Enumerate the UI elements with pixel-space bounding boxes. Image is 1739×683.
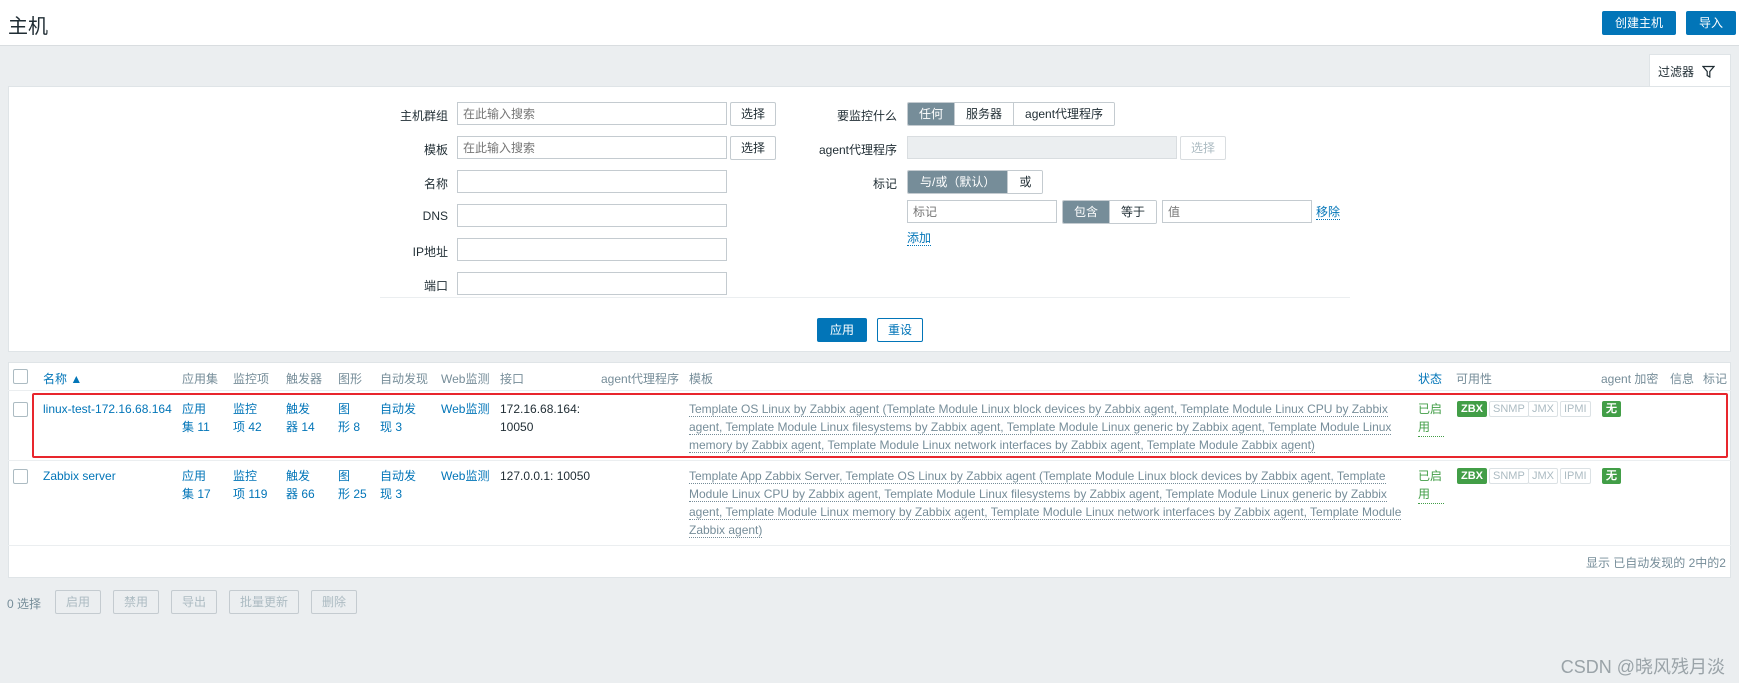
- disable-button[interactable]: 禁用: [113, 590, 160, 614]
- tag-value-input[interactable]: [1162, 200, 1312, 223]
- col-tags: 标记: [1703, 372, 1728, 386]
- host-group-select-button[interactable]: 选择: [730, 102, 777, 126]
- tag-name-input[interactable]: [907, 200, 1057, 223]
- highlight-box: [32, 393, 1728, 458]
- web-link[interactable]: Web监测: [441, 467, 489, 485]
- name-input[interactable]: [457, 170, 727, 193]
- filter-reset-button[interactable]: 重设: [877, 318, 924, 342]
- tag-remove-link[interactable]: 移除: [1316, 205, 1341, 220]
- import-button[interactable]: 导入: [1686, 11, 1737, 35]
- encryption-badge: 无: [1602, 468, 1621, 484]
- col-triggers: 触发器: [286, 372, 323, 386]
- filter-divider: [380, 297, 1350, 298]
- page-title: 主机: [8, 16, 48, 38]
- applications-link[interactable]: 应用集 17: [182, 467, 211, 503]
- graphs-link[interactable]: 图形 25: [338, 467, 367, 503]
- col-availability: 可用性: [1456, 372, 1493, 386]
- col-graphs: 图形: [338, 372, 363, 386]
- selected-count: 0 选择: [7, 597, 42, 611]
- col-items: 监控项: [233, 372, 270, 386]
- host-group-label: 主机群组: [399, 109, 448, 123]
- name-label: 名称: [423, 177, 448, 191]
- interface-value: 127.0.0.1: 10050: [500, 469, 591, 483]
- dns-label: DNS: [422, 209, 448, 223]
- tag-add-link[interactable]: 添加: [907, 231, 932, 246]
- host-group-input[interactable]: [457, 102, 727, 125]
- tags-logic-and-or[interactable]: 与/或（默认）: [908, 171, 1008, 193]
- proxy-label: agent代理程序: [818, 143, 897, 157]
- jmx-badge: JMX: [1528, 468, 1558, 484]
- table-footer-info: 显示 已自动发现的 2中的2: [1585, 556, 1726, 570]
- col-discovery: 自动发现: [380, 372, 429, 386]
- create-host-button[interactable]: 创建主机: [1602, 11, 1677, 35]
- select-all-checkbox[interactable]: [13, 369, 28, 384]
- filter-tab[interactable]: 过滤器: [1649, 54, 1731, 87]
- row-separator: [8, 460, 1731, 461]
- filter-icon: [1702, 65, 1716, 78]
- delete-button[interactable]: 删除: [311, 590, 358, 614]
- monitored-by-segmented: 任何 服务器 agent代理程序: [907, 102, 1116, 126]
- col-info: 信息: [1670, 372, 1695, 386]
- enable-button[interactable]: 启用: [55, 590, 102, 614]
- tags-logic-segmented: 与/或（默认） 或: [907, 170, 1044, 194]
- monitored-by-server[interactable]: 服务器: [954, 103, 1014, 125]
- ipmi-badge: IPMI: [1560, 468, 1591, 484]
- filter-panel: [8, 86, 1731, 352]
- col-templates: 模板: [689, 372, 714, 386]
- port-label: 端口: [423, 279, 448, 293]
- tags-logic-or[interactable]: 或: [1007, 171, 1043, 193]
- col-encryption: agent 加密: [1601, 372, 1659, 386]
- filter-apply-button[interactable]: 应用: [817, 318, 868, 342]
- proxy-select-button: 选择: [1180, 136, 1227, 160]
- filter-tab-label: 过滤器: [1658, 64, 1695, 79]
- template-label: 模板: [423, 143, 448, 157]
- col-name[interactable]: 名称 ▲: [43, 370, 82, 387]
- row-checkbox[interactable]: [13, 402, 28, 417]
- monitored-by-any[interactable]: 任何: [908, 103, 955, 125]
- port-input[interactable]: [457, 272, 727, 295]
- col-status[interactable]: 状态: [1418, 370, 1442, 387]
- dns-input[interactable]: [457, 204, 727, 227]
- templates-list[interactable]: Template App Zabbix Server, Template OS …: [689, 467, 1409, 539]
- triggers-link[interactable]: 触发器 66: [286, 467, 315, 503]
- page-header: 主机 创建主机 导入: [0, 0, 1739, 46]
- col-applications: 应用集: [182, 372, 219, 386]
- watermark: CSDN @晓风残月淡: [1560, 657, 1725, 677]
- tags-label: 标记: [872, 177, 897, 191]
- discovery-link[interactable]: 自动发现 3: [380, 467, 416, 503]
- items-link[interactable]: 监控项 119: [233, 467, 267, 503]
- header-separator: [8, 390, 1731, 391]
- monitored-by-label: 要监控什么: [836, 109, 897, 123]
- monitored-by-proxy[interactable]: agent代理程序: [1013, 103, 1115, 125]
- ip-input[interactable]: [457, 238, 727, 261]
- mass-update-button[interactable]: 批量更新: [229, 590, 300, 614]
- row-separator: [8, 545, 1731, 546]
- ip-label: IP地址: [412, 245, 448, 259]
- col-proxy: agent代理程序: [601, 372, 680, 386]
- zbx-badge: ZBX: [1457, 468, 1487, 484]
- col-interface: 接口: [500, 372, 525, 386]
- proxy-input: [907, 136, 1177, 159]
- template-select-button[interactable]: 选择: [730, 136, 777, 160]
- col-web: Web监测: [441, 372, 490, 386]
- tag-operator-segmented: 包含 等于: [1062, 200, 1158, 224]
- row-checkbox[interactable]: [13, 469, 28, 484]
- template-input[interactable]: [457, 136, 727, 159]
- host-name-link[interactable]: Zabbix server: [43, 467, 116, 485]
- status-enabled-link[interactable]: 已启用: [1418, 467, 1444, 504]
- tag-operator-equals[interactable]: 等于: [1109, 201, 1157, 223]
- export-button[interactable]: 导出: [171, 590, 218, 614]
- snmp-badge: SNMP: [1489, 468, 1529, 484]
- tag-operator-contains[interactable]: 包含: [1063, 201, 1110, 223]
